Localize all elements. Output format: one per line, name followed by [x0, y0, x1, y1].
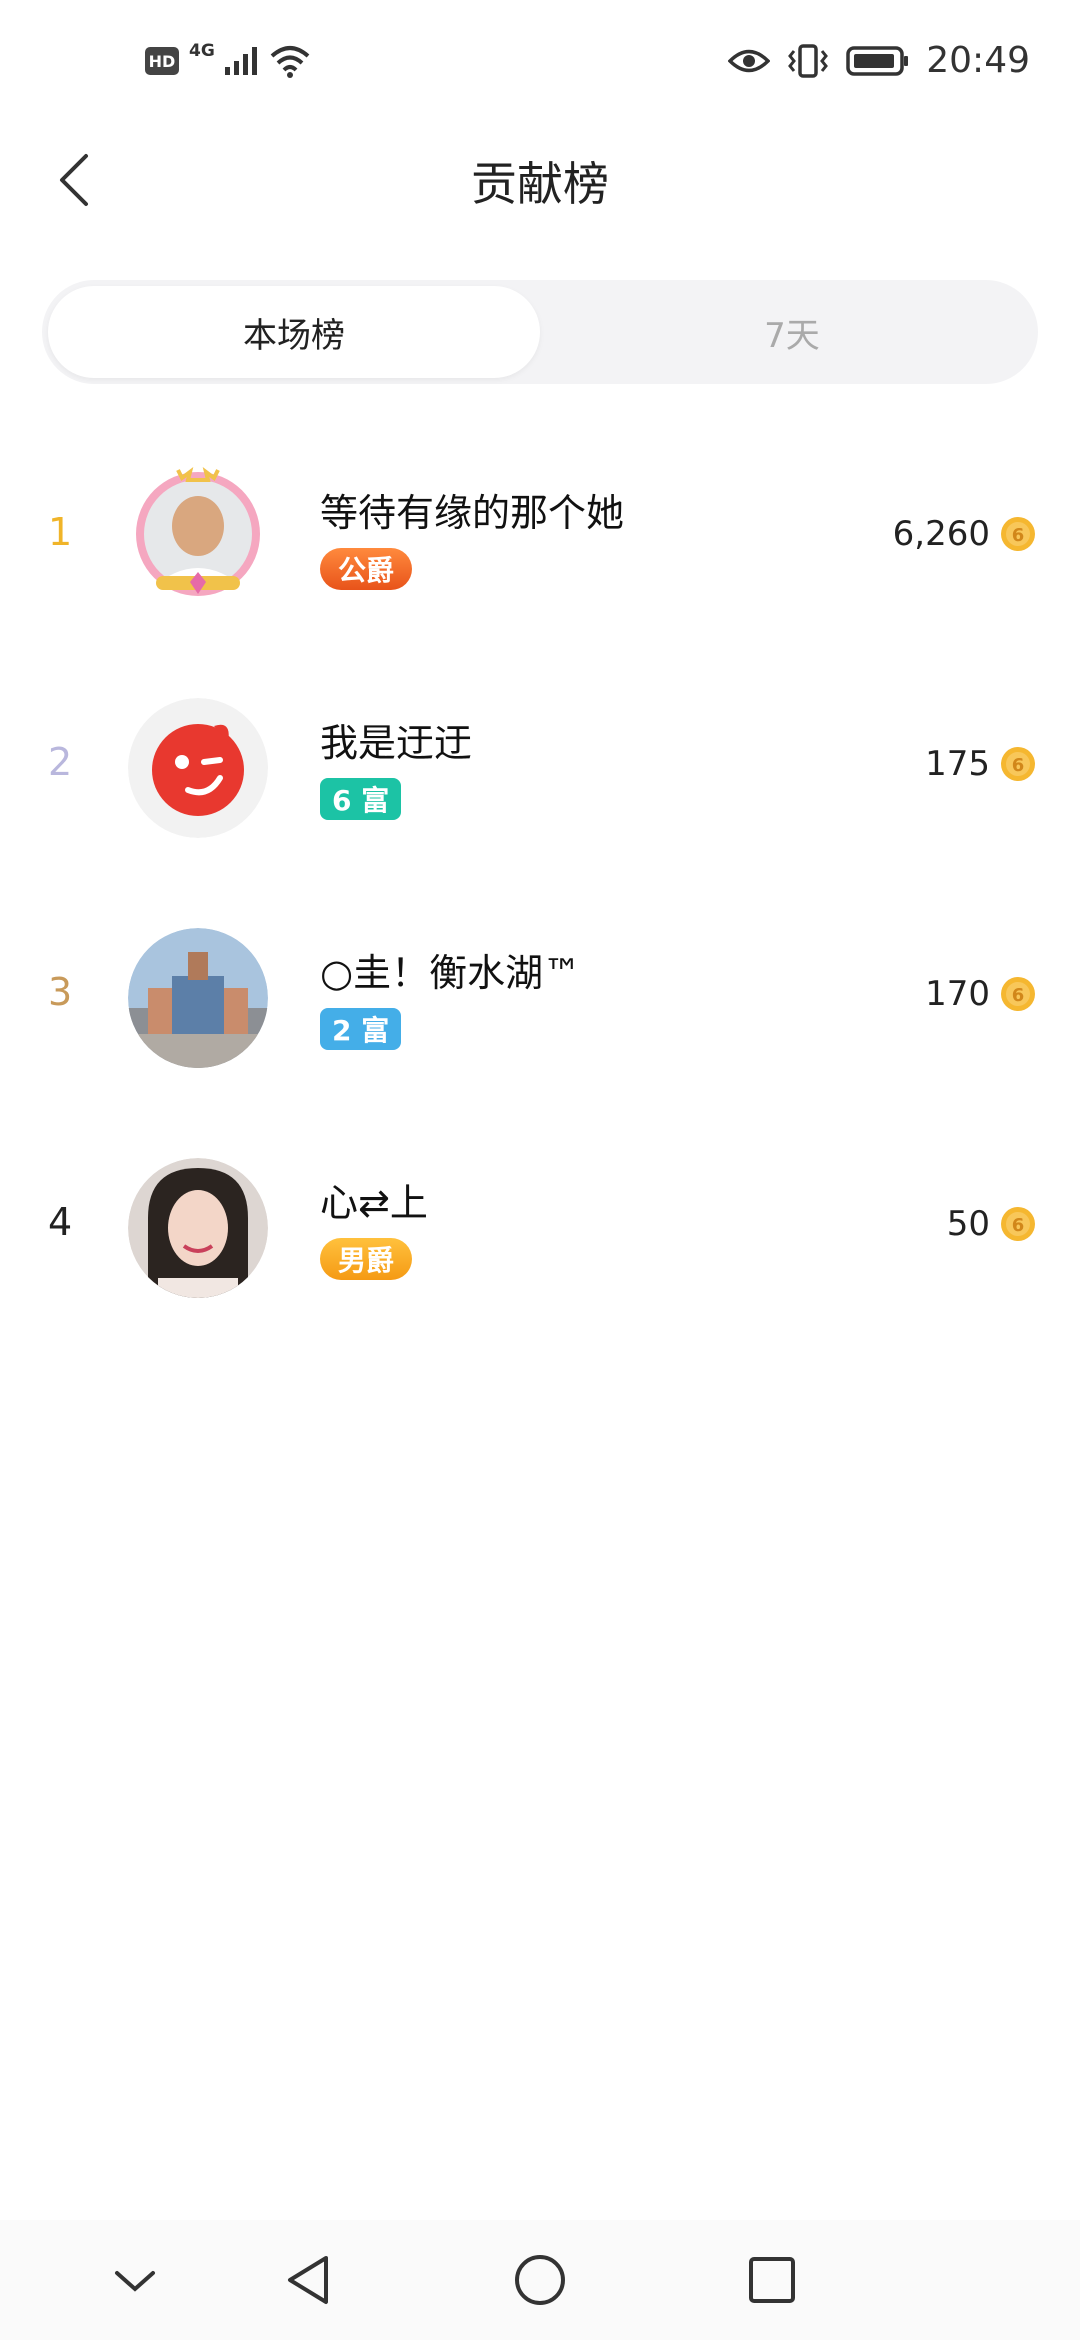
- chevron-down-icon: [115, 2271, 155, 2292]
- rank-number: 3: [48, 970, 73, 1014]
- circle-home-icon: [515, 2255, 565, 2305]
- status-bar: HD 4G 20:49: [0, 0, 1080, 130]
- svg-text:6: 6: [1012, 525, 1025, 546]
- page-title: 贡献榜: [471, 157, 609, 211]
- ranking-row[interactable]: 3 ○圭！衡水湖™ 2 富 170 6: [0, 890, 1080, 1120]
- avatar: [128, 928, 268, 1068]
- coin-icon: 6: [1001, 747, 1035, 781]
- system-nav-bar: [0, 2220, 1080, 2340]
- coin-icon: 6: [1001, 1207, 1035, 1241]
- svg-text:6: 6: [1012, 1215, 1025, 1236]
- network-type: 4G: [189, 41, 215, 61]
- nav-collapse-button[interactable]: [105, 2250, 165, 2310]
- wealth-level-badge: 6 富: [320, 778, 402, 820]
- ranking-row[interactable]: 1 等待有缘的那个她 公爵 6,260 6: [0, 430, 1080, 660]
- user-name: 我是迂迂: [320, 721, 473, 765]
- vibrate-icon: [788, 43, 829, 78]
- level-badge: 男爵: [320, 1238, 413, 1280]
- contribution-score: 50: [946, 1204, 990, 1244]
- tab-bar: 本场榜 7天: [42, 280, 1038, 384]
- contribution-score: 170: [925, 974, 990, 1014]
- battery-icon: [846, 45, 909, 76]
- coin-icon: 6: [1001, 517, 1035, 551]
- ranking-row[interactable]: 4 心⇄上 男爵 50 6: [0, 1120, 1080, 1350]
- rank-number: 2: [48, 740, 73, 784]
- level-badge: 公爵: [320, 548, 413, 590]
- rank-number: 1: [48, 510, 73, 554]
- status-right: 20:49: [728, 40, 1030, 81]
- wifi-icon: [270, 46, 310, 78]
- svg-text:6: 6: [1012, 755, 1025, 776]
- contribution-score: 175: [925, 744, 990, 784]
- ranking-list: 1 等待有缘的那个她 公爵 6,260 6 2 我是迂迂 6 富 175 6 3…: [0, 430, 1080, 1350]
- user-name: 心⇄上: [320, 1181, 428, 1225]
- square-recents-icon: [749, 2257, 795, 2303]
- clock: 20:49: [926, 40, 1030, 81]
- avatar-frame[interactable]: [128, 1158, 268, 1298]
- signal-icon: [224, 47, 257, 75]
- tab-7-days[interactable]: 7天: [546, 280, 1038, 384]
- contribution-score: 6,260: [892, 514, 990, 554]
- avatar: [136, 467, 260, 596]
- rank-number: 4: [48, 1200, 73, 1244]
- avatar: [128, 698, 268, 838]
- ranking-row[interactable]: 2 我是迂迂 6 富 175 6: [0, 660, 1080, 890]
- svg-text:6: 6: [1012, 985, 1025, 1006]
- avatar-frame[interactable]: [128, 467, 268, 608]
- status-left: HD 4G: [145, 41, 311, 78]
- eye-icon: [728, 49, 771, 72]
- avatar-frame[interactable]: [128, 698, 268, 838]
- hd-badge: HD: [145, 47, 179, 75]
- user-name: ○圭！衡水湖™: [320, 951, 582, 995]
- avatar-frame[interactable]: [128, 928, 268, 1068]
- tab-current-session[interactable]: 本场榜: [48, 286, 540, 378]
- avatar: [128, 1158, 268, 1298]
- nav-home-button[interactable]: [510, 2250, 570, 2310]
- coin-icon: 6: [1001, 977, 1035, 1011]
- nav-recents-button[interactable]: [742, 2250, 802, 2310]
- triangle-back-icon: [288, 2256, 328, 2304]
- nav-back-button[interactable]: [278, 2250, 338, 2310]
- user-name: 等待有缘的那个她: [320, 491, 625, 535]
- wealth-level-badge: 2 富: [320, 1008, 402, 1050]
